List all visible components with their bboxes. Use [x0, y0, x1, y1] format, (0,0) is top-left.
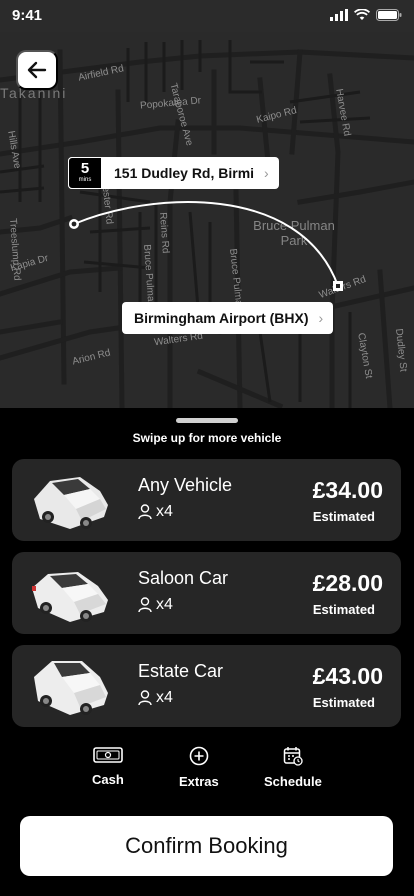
- route-map[interactable]: Takanini Airfield Rd Taraporoe Ave Popok…: [0, 32, 414, 408]
- vehicle-price-note: Estimated: [312, 509, 375, 524]
- vehicle-seat-count: x4: [156, 503, 173, 520]
- status-time: 9:41: [12, 7, 43, 24]
- saloon-car-icon: [32, 572, 108, 622]
- extras-option[interactable]: Extras: [179, 746, 219, 789]
- vehicle-option-estate[interactable]: Estate Car x4 £43.00 Estimated: [12, 645, 401, 727]
- pickup-address-tag[interactable]: 5 mins 151 Dudley Rd, Birmi ›: [68, 157, 279, 189]
- booking-actions: Cash Extras Schedule: [0, 746, 414, 796]
- cash-option[interactable]: Cash: [92, 746, 124, 787]
- vehicle-price-note: Estimated: [312, 695, 375, 710]
- vehicle-option-any[interactable]: Any Vehicle x4 £34.00 Estimated: [12, 459, 401, 541]
- vehicle-seats: x4: [138, 596, 173, 614]
- sheet-drag-handle[interactable]: [176, 418, 238, 423]
- vehicle-price: £28.00: [312, 570, 383, 596]
- wifi-icon: [354, 9, 370, 20]
- vehicle-seats: x4: [138, 689, 173, 707]
- schedule-option[interactable]: Schedule: [264, 746, 322, 789]
- status-bar: 9:41: [0, 0, 414, 32]
- swipe-hint: Swipe up for more vehicle: [132, 431, 282, 445]
- plus-circle-icon: [189, 746, 209, 766]
- cellular-signal-icon: [330, 9, 348, 21]
- vehicle-seat-count: x4: [156, 689, 173, 706]
- confirm-booking-button[interactable]: Confirm Booking: [20, 816, 393, 876]
- vehicle-name: Estate Car: [138, 661, 224, 681]
- eta-unit: mins: [78, 177, 92, 183]
- eta-badge: 5 mins: [68, 157, 102, 189]
- pickup-address: 151 Dudley Rd, Birmi: [114, 165, 255, 181]
- back-button[interactable]: [16, 50, 58, 90]
- calendar-clock-icon: [283, 747, 303, 766]
- arrow-left-icon: [27, 61, 47, 79]
- chevron-right-icon: ›: [264, 165, 269, 181]
- vehicle-seat-count: x4: [156, 596, 173, 613]
- chevron-right-icon: ›: [318, 310, 324, 326]
- person-icon: [138, 504, 152, 520]
- battery-icon: [376, 9, 402, 21]
- vehicle-name: Any Vehicle: [138, 475, 233, 495]
- vehicle-seats: x4: [138, 503, 173, 521]
- vehicle-sheet: Swipe up for more vehicle Any Vehicle x4…: [0, 408, 414, 896]
- person-icon: [138, 690, 152, 706]
- dropoff-address: Birmingham Airport (BHX): [134, 310, 309, 326]
- vehicle-price: £34.00: [312, 477, 383, 503]
- vehicle-price-note: Estimated: [312, 602, 375, 617]
- schedule-label: Schedule: [264, 774, 322, 789]
- dropoff-address-tag[interactable]: Birmingham Airport (BHX) ›: [122, 302, 334, 334]
- cash-label: Cash: [92, 772, 124, 787]
- eta-value: 5: [80, 160, 90, 177]
- person-icon: [138, 597, 152, 613]
- status-icons: [330, 9, 402, 21]
- vehicle-name: Saloon Car: [138, 568, 229, 588]
- route-path: [69, 201, 343, 291]
- estate-car-icon: [34, 661, 108, 715]
- cash-icon: [93, 747, 123, 763]
- vehicle-option-saloon[interactable]: Saloon Car x4 £28.00 Estimated: [12, 552, 401, 634]
- extras-label: Extras: [179, 774, 219, 789]
- sedan-car-icon: [34, 477, 108, 529]
- vehicle-price: £43.00: [312, 663, 383, 689]
